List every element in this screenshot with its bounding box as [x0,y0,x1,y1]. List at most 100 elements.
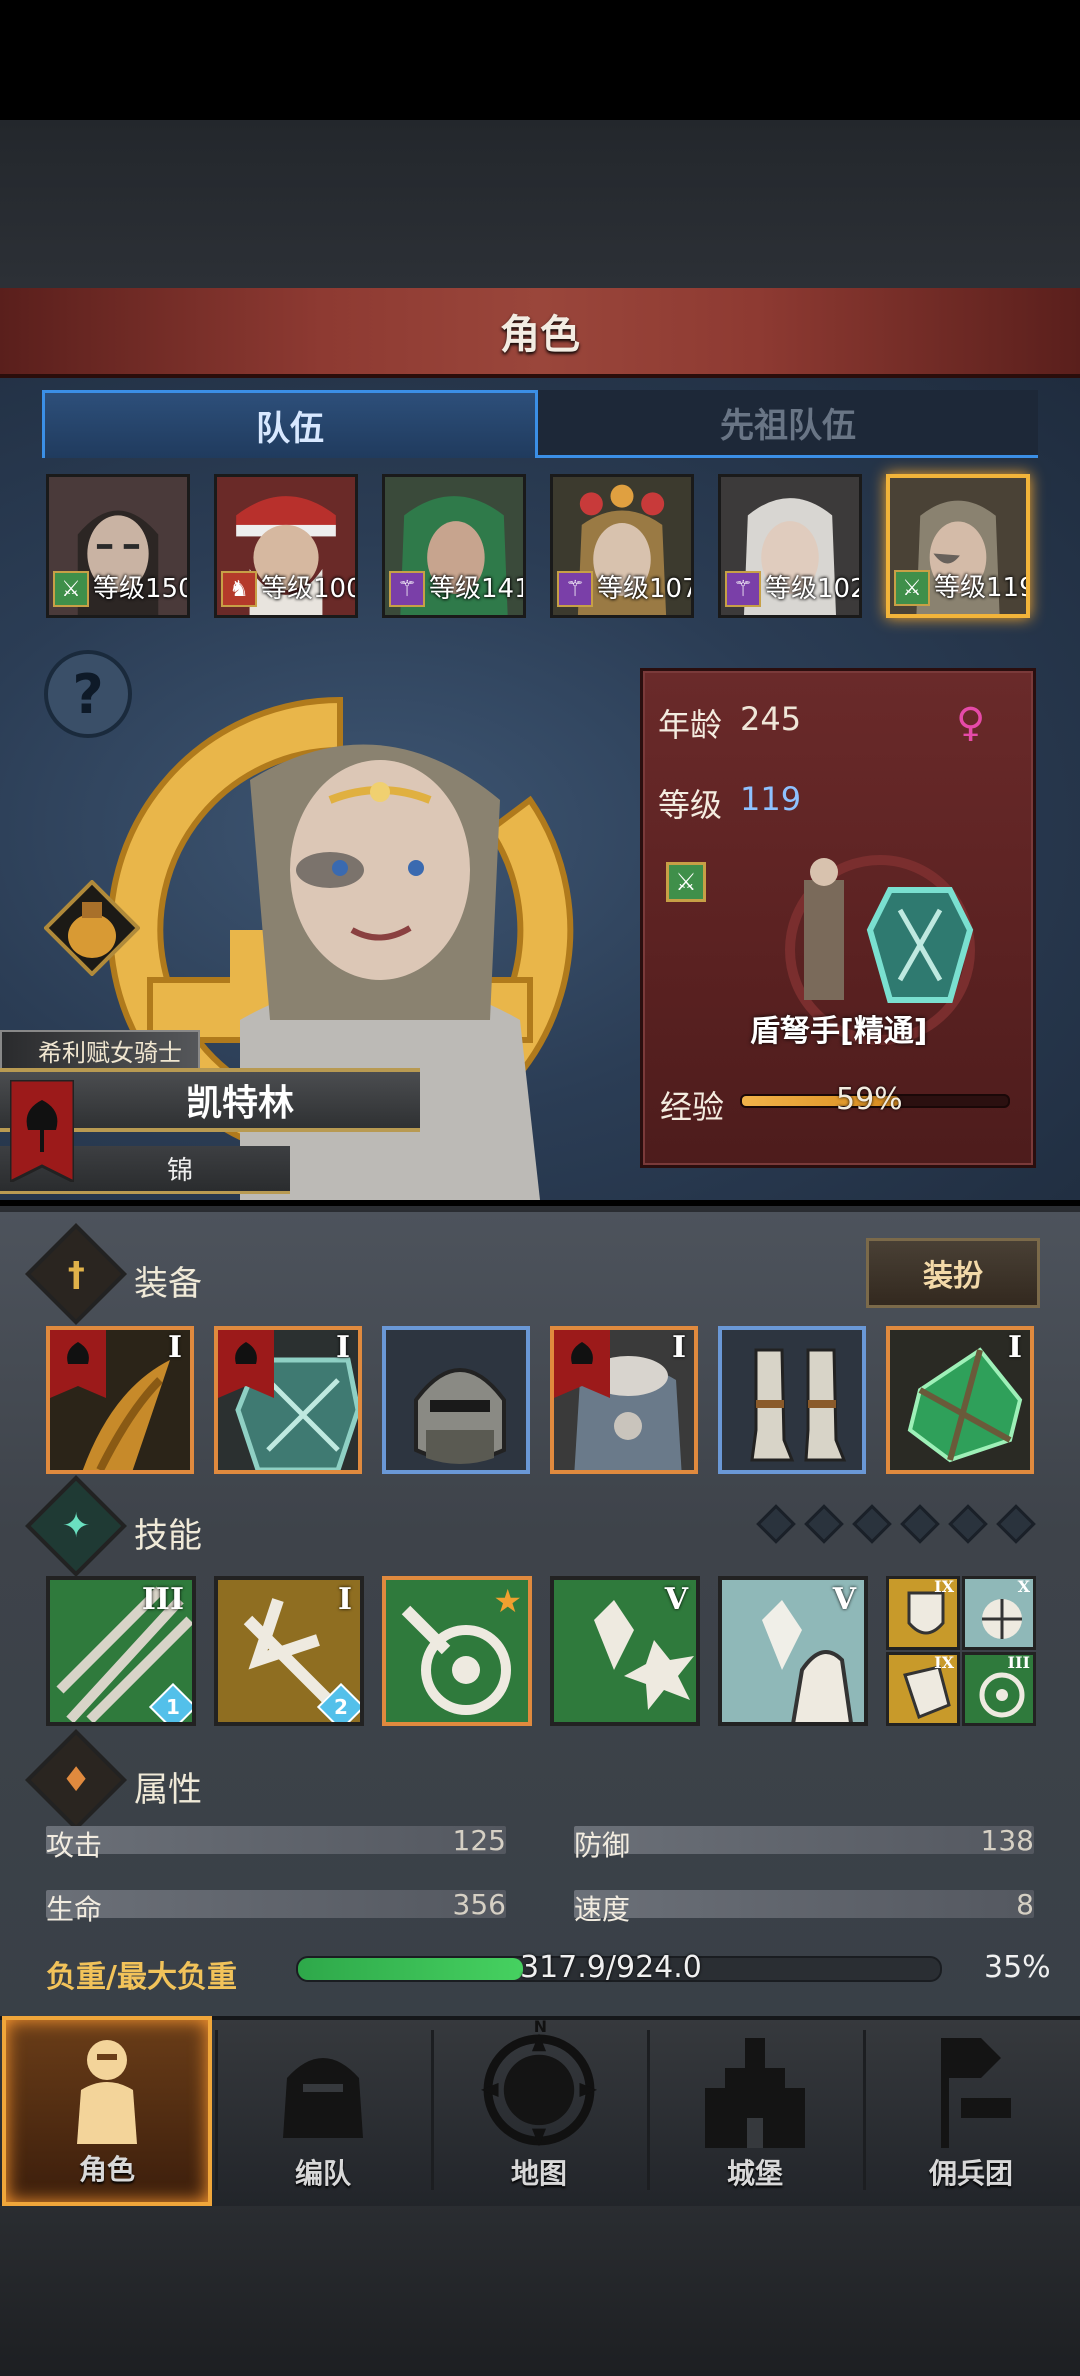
sword-class-icon: ⚔ [894,570,930,606]
svg-text:N: N [534,2017,547,2036]
passive-skill-tier: IX [934,1577,954,1596]
nav-formation[interactable]: 编队 [218,2016,428,2206]
hero-portrait[interactable]: ⚔ 等级150 [46,474,190,618]
hero-level: 等级100 [261,574,358,604]
faction-banner-icon [554,1330,610,1398]
load-bar-fill [298,1958,523,1980]
character-title: 希利赋女骑士 [0,1030,200,1070]
help-button[interactable]: ? [44,650,132,738]
equipment-title: 装备 [134,1264,202,1304]
nav-label: 编队 [294,2157,351,2190]
hero-portrait-selected[interactable]: ⚔ 等级119 [886,474,1030,618]
staff-class-icon: ⚚ [557,571,593,607]
tab-team[interactable]: 队伍 [42,390,538,458]
speed-value: 8 [1016,1888,1034,1921]
equipment-slot-weapon[interactable]: I [46,1326,194,1474]
defense-label: 防御 [574,1829,631,1862]
staff-class-icon: ⚚ [389,571,425,607]
hero-level: 等级150 [93,574,190,604]
dress-up-button[interactable]: 装扮 [866,1238,1040,1308]
helmet-icon [414,1368,506,1464]
star-icon: ★ [493,1582,522,1620]
exp-label: 经验 [660,1088,725,1126]
item-tier: I [1007,1330,1022,1365]
nav-castle[interactable]: 城堡 [650,2016,860,2206]
attributes-title: 属性 [134,1770,202,1810]
speed-label: 速度 [574,1893,631,1926]
item-tier: I [671,1330,686,1365]
nav-label: 城堡 [726,2157,783,2190]
character-class: 盾弩手[精通] [750,1014,928,1049]
equipment-slot-shield[interactable]: I [214,1326,362,1474]
screen-title: 角色 [500,312,580,358]
defense-value: 138 [980,1824,1034,1857]
hero-level: 等级107 [597,574,694,604]
attack-label: 攻击 [46,1829,103,1862]
skill-tier: III [141,1582,184,1617]
age-label: 年龄 [658,706,723,744]
skill-slot-featured[interactable]: ★ [382,1576,532,1726]
tab-ancestor-team[interactable]: 先祖队伍 [538,390,1038,458]
hero-level: 等级102 [765,574,862,604]
equipment-slot-boots[interactable] [718,1326,866,1474]
faction-banner-icon [50,1330,106,1398]
load-value: 317.9/924.0 [520,1950,702,1985]
passive-skill-slot[interactable]: IX [886,1576,960,1650]
skill-slot[interactable]: V [718,1576,868,1726]
nav-label: 角色 [78,2153,135,2186]
hero-portrait[interactable]: ⚚ 等级102 [718,474,862,618]
item-tier: I [167,1330,182,1365]
nav-mercenary[interactable]: 佣兵团 [866,2016,1076,2206]
level-value: 119 [740,780,802,818]
top-spacer [0,120,1080,288]
female-icon: ♀ [956,700,986,746]
nav-character[interactable]: 角色 [2,2016,212,2206]
skill-slot[interactable]: V [550,1576,700,1726]
potion-button[interactable] [44,880,140,976]
horse-class-icon: ♞ [221,571,257,607]
hero-portrait[interactable]: ♞ 等级100 [214,474,358,618]
mercenary-icon [941,2038,1011,2148]
nav-label: 佣兵团 [928,2157,1013,2190]
hero-level: 等级141 [429,574,526,604]
skill-tier: V [832,1582,856,1617]
load-label: 负重/最大负重 [46,1960,237,1995]
exp-percent: 59% [836,1082,903,1117]
hero-level: 等级119 [934,573,1030,603]
sword-class-icon: ⚔ [53,571,89,607]
passive-skill-slot[interactable]: X [962,1576,1036,1650]
bottom-spacer [0,2206,1080,2376]
item-tier: I [335,1330,350,1365]
faction-banner-icon [10,1080,74,1182]
helmet-icon [283,2058,363,2138]
hero-portrait[interactable]: ⚚ 等级141 [382,474,526,618]
equipment-slot-accessory[interactable]: I [886,1326,1034,1474]
skill-slot[interactable]: I 2 [214,1576,364,1726]
nav-label: 地图 [510,2157,567,2190]
castle-icon [705,2038,805,2148]
compass-map-icon: N [480,2017,598,2147]
equipment-slot-helmet[interactable] [382,1326,530,1474]
skill-tier: V [664,1582,688,1617]
passive-skill-slot[interactable]: IX [886,1652,960,1726]
skill-slot[interactable]: III 1 [46,1576,196,1726]
knight-icon [77,2040,137,2144]
passive-skill-tier: X [1017,1577,1030,1596]
nav-map[interactable]: N 地图 [434,2016,644,2206]
passive-skill-tier: III [1007,1653,1030,1672]
equipment-slot-armor[interactable]: I [550,1326,698,1474]
screen-title-bar: 角色 [0,288,1080,378]
hero-portrait[interactable]: ⚚ 等级107 [550,474,694,618]
level-label: 等级 [658,786,723,824]
passive-skill-slot[interactable]: III [962,1652,1036,1726]
age-value: 245 [740,700,802,738]
sword-class-icon: ⚔ [666,862,706,902]
skill-tier: I [337,1582,352,1617]
boots-icon [750,1348,847,1462]
faction-banner-icon [218,1330,274,1398]
hp-value: 356 [452,1888,506,1921]
staff-class-icon: ⚚ [725,571,761,607]
attack-value: 125 [452,1824,506,1857]
load-percent: 35% [984,1950,1051,1985]
skills-title: 技能 [134,1516,202,1556]
